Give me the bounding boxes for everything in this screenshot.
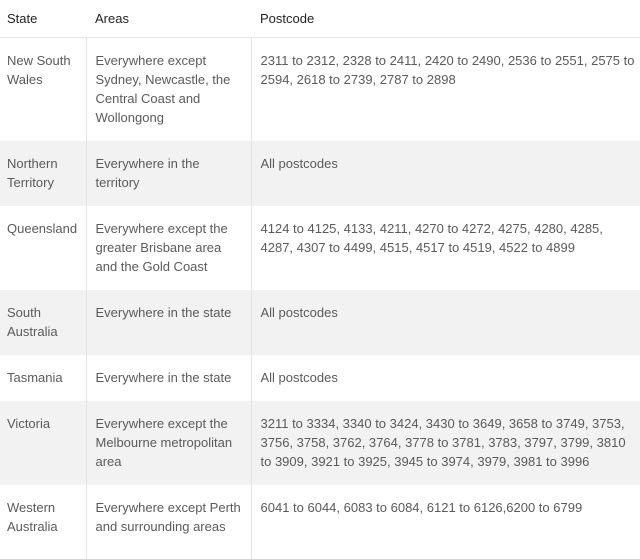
table-row: Victoria Everywhere except the Melbourne… (0, 401, 640, 485)
header-state: State (0, 0, 86, 38)
state-cell: New South Wales (7, 53, 71, 87)
postcode-cell: 4124 to 4125, 4133, 4211, 4270 to 4272, … (250, 206, 640, 290)
table-row: Queensland Everywhere except the greater… (0, 206, 640, 290)
header-areas: Areas (86, 0, 251, 38)
state-cell: Tasmania (7, 370, 63, 385)
postcode-cell: 3211 to 3334, 3340 to 3424, 3430 to 3649… (250, 401, 640, 485)
table-row: Western Australia Everywhere except Pert… (0, 485, 640, 559)
postcode-cell: 2311 to 2312, 2328 to 2411, 2420 to 2490… (250, 37, 640, 141)
areas-cell: Everywhere in the state (85, 355, 251, 401)
postcode-cell: All postcodes (250, 355, 640, 401)
areas-cell: Everywhere except the greater Brisbane a… (85, 206, 251, 290)
state-cell: Queensland (7, 221, 78, 236)
table-row: Northern Territory Everywhere in the ter… (0, 141, 640, 206)
areas-cell: Everywhere except Perth and surrounding … (85, 485, 251, 559)
state-cell: Victoria (0, 401, 86, 485)
postcode-cell: 6041 to 6044, 6083 to 6084, 6121 to 6126… (250, 485, 640, 559)
state-cell: South Australia (0, 290, 86, 355)
header-row: State Areas Postcode (0, 0, 640, 38)
areas-cell: Everywhere except the Melbourne metropol… (85, 401, 251, 485)
table-row: Tasmania Everywhere in the state All pos… (0, 355, 640, 401)
state-cell: Northern Territory (0, 141, 86, 206)
table-row: New South Wales Everywhere except Sydney… (0, 37, 640, 141)
areas-cell: Everywhere except Sydney, Newcastle, the… (85, 37, 251, 141)
postcode-cell: All postcodes (250, 290, 640, 355)
header-postcode: Postcode (251, 0, 640, 38)
state-cell: Western Australia (7, 500, 58, 534)
table-row: South Australia Everywhere in the state … (0, 290, 640, 355)
regional-postcode-table: State Areas Postcode New South Wales Eve… (0, 0, 640, 559)
areas-cell: Everywhere in the state (85, 290, 251, 355)
postcode-cell: All postcodes (250, 141, 640, 206)
areas-cell: Everywhere in the territory (85, 141, 251, 206)
